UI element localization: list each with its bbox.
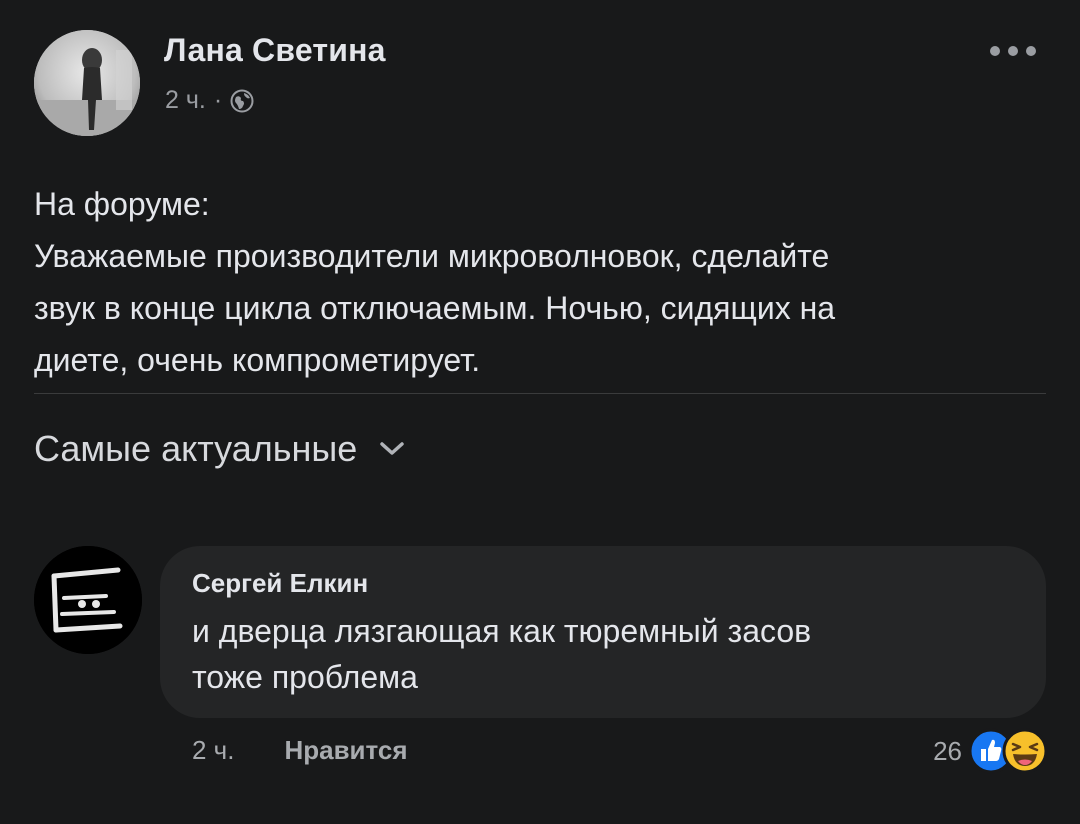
author-avatar[interactable] <box>34 30 140 136</box>
more-options-icon[interactable] <box>990 42 1036 60</box>
comment-text: и дверца лязгающая как тюремный засов то… <box>192 608 811 700</box>
comment-bubble: Сергей Елкин и дверца лязгающая как тюре… <box>160 546 1046 718</box>
post-meta: 2 ч. · <box>165 86 254 115</box>
comment-text-line: и дверца лязгающая как тюремный засов <box>192 613 812 649</box>
post-body-line: диете, очень компрометирует. <box>34 342 481 378</box>
commenter-avatar[interactable] <box>34 546 142 654</box>
post-body-line: Уважаемые производители микроволновок, с… <box>34 238 830 274</box>
author-name[interactable]: Лана Светина <box>164 32 386 69</box>
comment-time[interactable]: 2 ч. <box>192 735 234 766</box>
haha-reaction-icon <box>1002 728 1048 774</box>
post-time[interactable]: 2 ч. <box>165 86 206 115</box>
meta-separator: · <box>213 86 223 114</box>
like-button[interactable]: Нравится <box>284 735 407 766</box>
post-body: На форуме: Уважаемые производители микро… <box>34 178 1034 386</box>
post-body-line: На форуме: <box>34 186 210 222</box>
chevron-down-icon <box>380 442 405 455</box>
post-body-line: звук в конце цикла отключаемым. Ночью, с… <box>34 290 836 326</box>
divider <box>34 393 1046 394</box>
reactions-summary[interactable]: 26 <box>933 728 1048 774</box>
commenter-name[interactable]: Сергей Елкин <box>192 568 368 599</box>
reaction-count: 26 <box>933 735 962 766</box>
post-header: Лана Светина 2 ч. · <box>34 30 1046 140</box>
comment-actions: 2 ч. Нравится <box>192 735 408 766</box>
comments-sort-label: Самые актуальные <box>34 428 358 469</box>
comment-text-line: тоже проблема <box>192 659 418 695</box>
globe-icon <box>230 89 254 112</box>
comments-sort-dropdown[interactable]: Самые актуальные <box>34 428 405 470</box>
